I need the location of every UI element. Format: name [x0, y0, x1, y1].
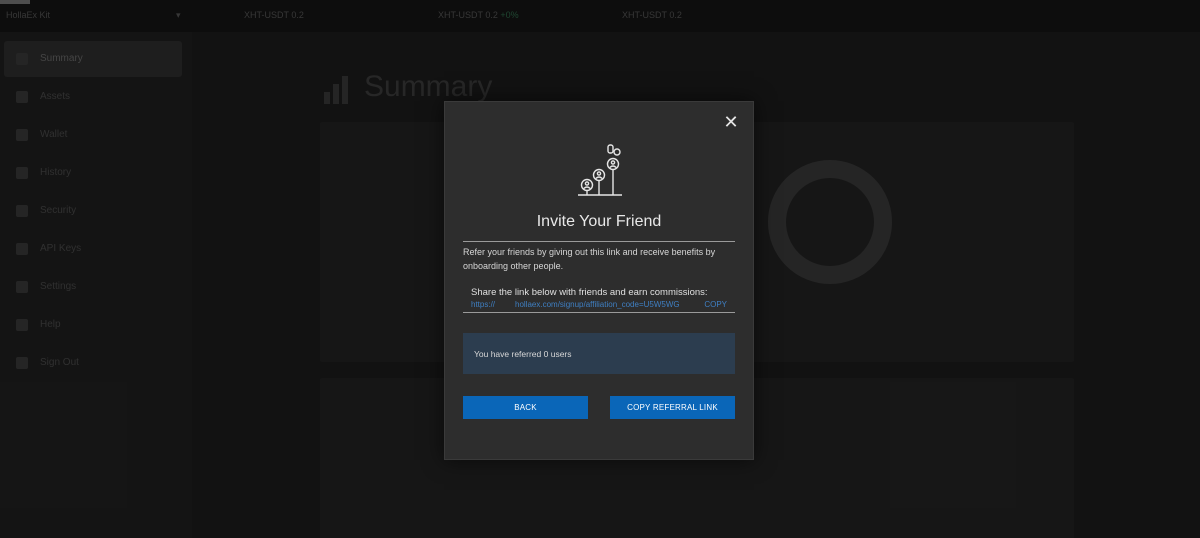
copy-referral-link-button[interactable]: COPY REFERRAL LINK: [610, 396, 735, 419]
referral-description: Refer your friends by giving out this li…: [463, 247, 716, 271]
share-label: Share the link below with friends and ea…: [471, 287, 708, 298]
divider: [463, 312, 735, 313]
divider: [463, 241, 735, 242]
copy-link-button[interactable]: COPY: [704, 300, 727, 309]
close-icon[interactable]: ✕: [723, 113, 739, 131]
referral-count-box: You have referred 0 users: [463, 333, 735, 374]
invite-friend-modal: ✕ Invite Your Friend Refer your friends …: [444, 101, 754, 460]
referral-link-row: https:// hollaex.com/signup/affiliation_…: [463, 300, 735, 312]
back-button[interactable]: BACK: [463, 396, 588, 419]
referral-link[interactable]: https:// hollaex.com/signup/affiliation_…: [471, 300, 680, 309]
referral-count-text: You have referred 0 users: [474, 349, 572, 359]
modal-title: Invite Your Friend: [536, 213, 662, 230]
invite-friends-icon: [578, 144, 622, 196]
